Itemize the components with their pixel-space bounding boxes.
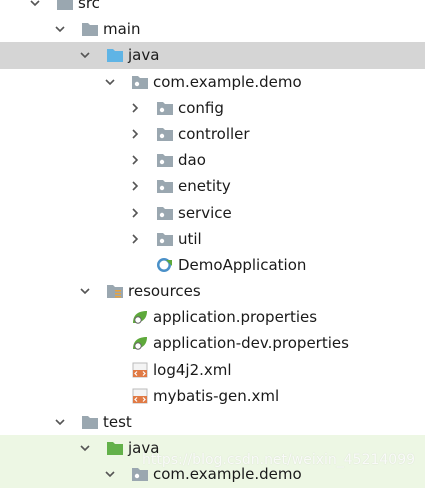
project-tree: src main java com.example.demo config co… xyxy=(0,0,425,488)
tree-node-label: com.example.demo xyxy=(153,72,302,91)
source-folder-icon xyxy=(106,47,124,63)
package-icon xyxy=(131,466,149,482)
tree-node-test[interactable]: test xyxy=(0,409,425,435)
tree-node-util[interactable]: util xyxy=(0,226,425,252)
tree-node-label: DemoApplication xyxy=(178,255,307,274)
watermark: https://blog.csdn.net/weixin_45214099 xyxy=(142,452,416,468)
chevron-right-icon[interactable] xyxy=(130,103,140,113)
tree-node-enetity[interactable]: enetity xyxy=(0,173,425,199)
chevron-down-icon[interactable] xyxy=(80,443,90,453)
tree-node-controller[interactable]: controller xyxy=(0,121,425,147)
chevron-down-icon[interactable] xyxy=(55,417,65,427)
package-icon xyxy=(156,205,174,221)
package-icon xyxy=(156,126,174,142)
tree-node-label: main xyxy=(103,20,141,39)
tree-node-label: src xyxy=(78,0,100,12)
tree-node-mybatis-gen-xml[interactable]: mybatis-gen.xml xyxy=(0,383,425,409)
test-source-folder-icon xyxy=(106,440,124,456)
xml-file-icon xyxy=(131,362,149,378)
tree-node-application-properties[interactable]: application.properties xyxy=(0,304,425,330)
folder-icon xyxy=(81,21,99,37)
chevron-down-icon[interactable] xyxy=(30,0,40,8)
folder-icon xyxy=(56,0,74,11)
tree-node-label: application-dev.properties xyxy=(153,334,349,353)
tree-node-demo-application[interactable]: DemoApplication xyxy=(0,252,425,278)
spring-boot-class-icon xyxy=(156,257,174,273)
chevron-right-icon[interactable] xyxy=(130,129,140,139)
tree-node-src[interactable]: src xyxy=(0,0,425,16)
chevron-right-icon[interactable] xyxy=(130,155,140,165)
tree-node-label: mybatis-gen.xml xyxy=(153,386,280,405)
spring-properties-icon xyxy=(131,309,149,325)
package-icon xyxy=(131,74,149,90)
folder-icon xyxy=(81,414,99,430)
chevron-down-icon[interactable] xyxy=(80,286,90,296)
tree-node-label: util xyxy=(178,229,202,248)
chevron-down-icon[interactable] xyxy=(105,77,115,87)
tree-node-service[interactable]: service xyxy=(0,200,425,226)
tree-node-resources[interactable]: resources xyxy=(0,278,425,304)
xml-file-icon xyxy=(131,388,149,404)
tree-node-label: enetity xyxy=(178,177,231,196)
chevron-down-icon[interactable] xyxy=(105,469,115,479)
tree-node-package[interactable]: com.example.demo xyxy=(0,69,425,95)
tree-node-label: controller xyxy=(178,124,250,143)
package-icon xyxy=(156,100,174,116)
chevron-down-icon[interactable] xyxy=(55,24,65,34)
chevron-down-icon[interactable] xyxy=(80,50,90,60)
package-icon xyxy=(156,178,174,194)
package-icon xyxy=(156,231,174,247)
resources-folder-icon xyxy=(106,283,124,299)
package-icon xyxy=(156,152,174,168)
chevron-right-icon[interactable] xyxy=(130,234,140,244)
tree-node-config[interactable]: config xyxy=(0,95,425,121)
chevron-right-icon[interactable] xyxy=(130,207,140,218)
tree-node-label: log4j2.xml xyxy=(153,360,232,379)
tree-node-log4j2-xml[interactable]: log4j2.xml xyxy=(0,357,425,383)
tree-node-label: config xyxy=(178,98,224,117)
tree-node-application-dev-properties[interactable]: application-dev.properties xyxy=(0,330,425,356)
chevron-right-icon[interactable] xyxy=(130,181,140,191)
tree-node-label: service xyxy=(178,203,232,222)
tree-node-label: dao xyxy=(178,151,206,170)
tree-node-label: java xyxy=(128,46,160,65)
tree-node-java[interactable]: java xyxy=(0,42,425,69)
spring-properties-icon xyxy=(131,335,149,351)
tree-node-label: resources xyxy=(128,282,201,301)
tree-node-main[interactable]: main xyxy=(0,16,425,42)
tree-node-label: test xyxy=(103,413,132,431)
tree-node-label: application.properties xyxy=(153,308,318,327)
tree-node-dao[interactable]: dao xyxy=(0,147,425,173)
